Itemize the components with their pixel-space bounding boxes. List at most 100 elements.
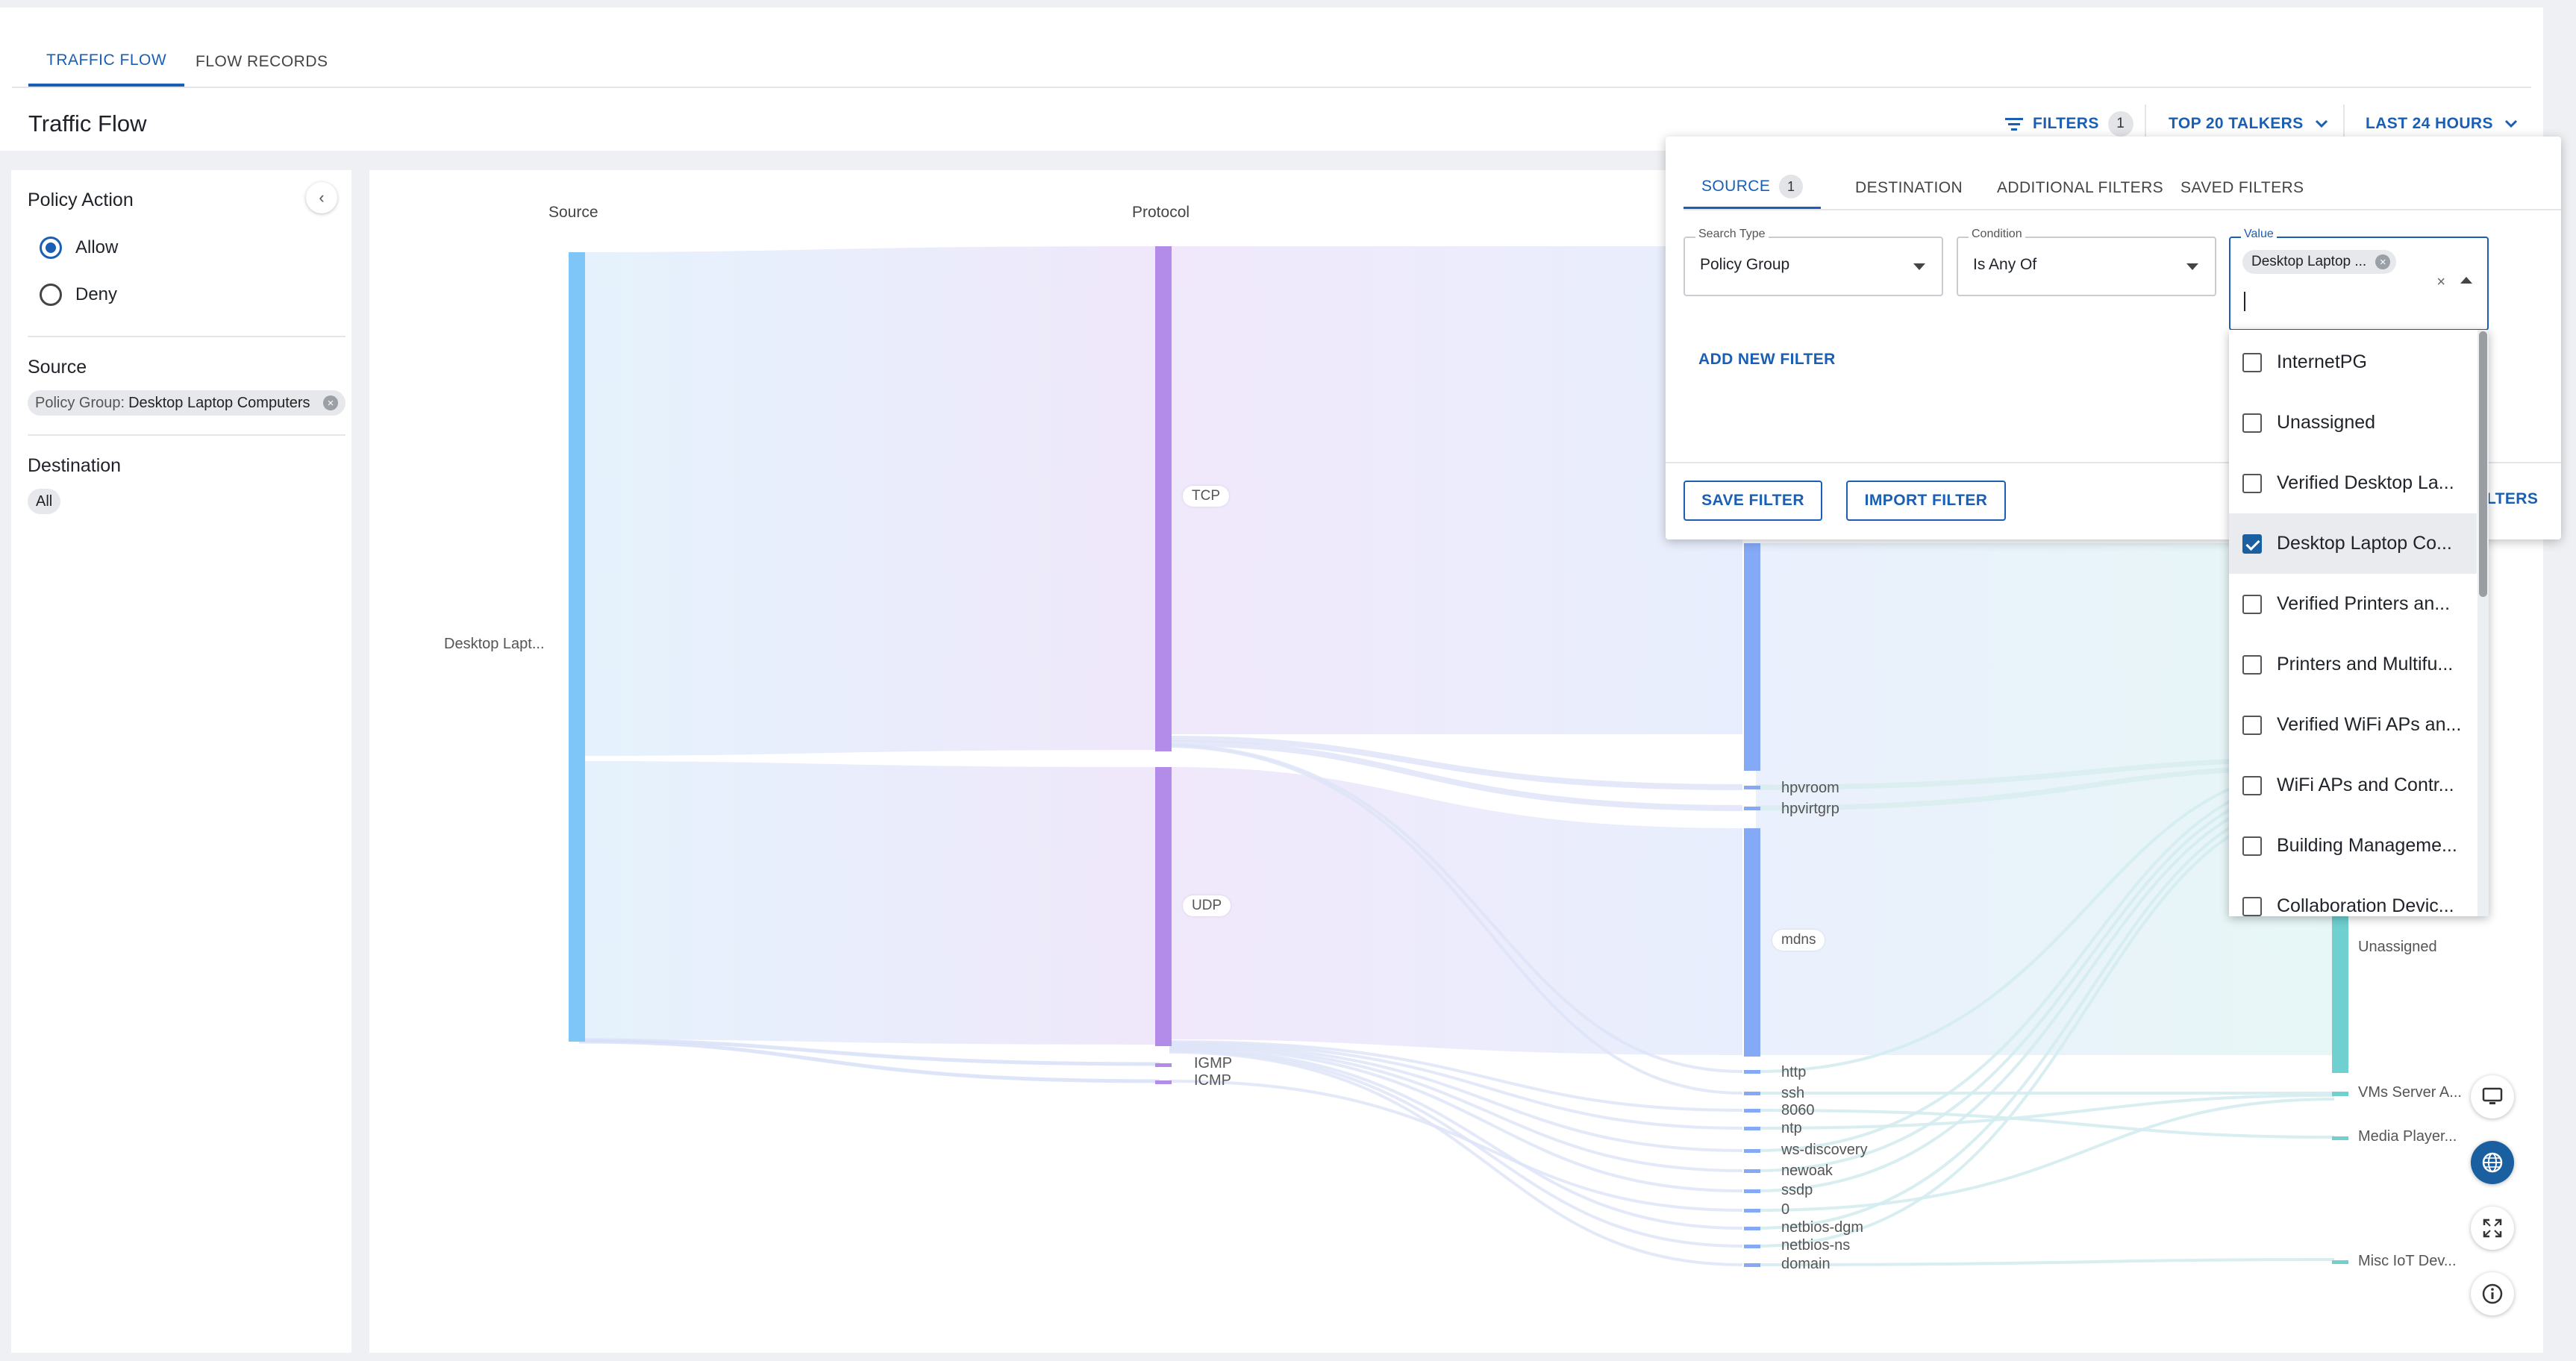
search-type-select[interactable]: Search Type Policy Group: [1684, 228, 1943, 296]
node-http: [1744, 1070, 1760, 1074]
node-ntp: [1744, 1127, 1760, 1130]
node-mdns: [1744, 828, 1760, 1057]
info-button[interactable]: [2471, 1272, 2514, 1315]
option-label: InternetPG: [2277, 351, 2367, 372]
service-label: mdns: [1772, 930, 1825, 951]
filter-tab-source-label: SOURCE: [1701, 178, 1771, 195]
protocol-label-igmp: IGMP: [1194, 1055, 1233, 1071]
chevron-down-icon: [2315, 119, 2328, 128]
add-new-filter-link[interactable]: ADD NEW FILTER: [1698, 351, 1836, 369]
remove-chip-icon[interactable]: ×: [2375, 254, 2391, 269]
checkbox[interactable]: [2242, 594, 2262, 614]
option-verified-wifi[interactable]: Verified WiFi APs an...: [2229, 695, 2477, 755]
service-label: ws-discovery: [1781, 1142, 1868, 1158]
node-dest-misc-iot: [2332, 1260, 2348, 1264]
source-count-badge: 1: [1779, 175, 1804, 198]
source-filter-chip[interactable]: Policy Group: Desktop Laptop Computers ×: [28, 390, 346, 416]
value-chip-text: Desktop Laptop ...: [2251, 254, 2367, 269]
node-hpvirtgrp: [1744, 807, 1760, 810]
node-hpvroom: [1744, 786, 1760, 789]
top-talkers-label: TOP 20 TALKERS: [2169, 115, 2304, 132]
search-type-value: Policy Group: [1700, 256, 1790, 273]
node-newoak: [1744, 1169, 1760, 1173]
node-netbios-ns: [1744, 1245, 1760, 1248]
checkbox[interactable]: [2242, 654, 2262, 675]
option-unassigned[interactable]: Unassigned: [2229, 392, 2477, 453]
globe-icon: [2482, 1152, 2503, 1173]
condition-select[interactable]: Condition Is Any Of: [1957, 228, 2216, 296]
service-label: http: [1781, 1064, 1807, 1080]
checkbox[interactable]: [2242, 352, 2262, 372]
option-printers[interactable]: Printers and Multifu...: [2229, 634, 2477, 695]
option-wifi-aps[interactable]: WiFi APs and Contr...: [2229, 755, 2477, 816]
node-source: [569, 252, 585, 1042]
deny-radio[interactable]: [40, 284, 62, 306]
filters-count-badge: 1: [2107, 111, 2133, 137]
checkbox-checked[interactable]: [2242, 534, 2262, 554]
option-internetpg[interactable]: InternetPG: [2229, 332, 2477, 392]
checkbox[interactable]: [2242, 896, 2262, 916]
checkbox[interactable]: [2242, 413, 2262, 433]
time-range-dropdown[interactable]: LAST 24 HOURS: [2366, 109, 2519, 139]
filter-tab-additional[interactable]: ADDITIONAL FILTERS: [1979, 166, 2181, 210]
service-label: hpvirtgrp: [1781, 801, 1839, 817]
value-label: Value: [2241, 228, 2277, 241]
checkbox[interactable]: [2242, 836, 2262, 856]
deny-label[interactable]: Deny: [75, 284, 117, 305]
source-chip-value: Desktop Laptop Computers: [128, 394, 310, 411]
checkbox[interactable]: [2242, 775, 2262, 795]
page-title: Traffic Flow: [28, 110, 147, 137]
allow-radio[interactable]: [40, 237, 62, 259]
source-node-label: Desktop Lapt...: [444, 636, 545, 652]
node-dest-vms: [2332, 1092, 2348, 1096]
option-building-management[interactable]: Building Manageme...: [2229, 816, 2477, 876]
import-filter-button[interactable]: IMPORT FILTER: [1846, 481, 2006, 521]
remove-chip-icon[interactable]: ×: [323, 395, 338, 410]
option-verified-desktop[interactable]: Verified Desktop La...: [2229, 453, 2477, 513]
filter-tab-source[interactable]: SOURCE 1: [1684, 166, 1822, 210]
time-range-label: LAST 24 HOURS: [2366, 115, 2493, 132]
option-label: Building Manageme...: [2277, 835, 2457, 856]
node-dest-unassigned: [2332, 916, 2348, 1073]
clear-filters-button[interactable]: LTERS: [2486, 490, 2538, 508]
node-ws-discovery: [1744, 1149, 1760, 1153]
dropdown-arrow-up-icon[interactable]: [2460, 277, 2472, 284]
filter-tab-saved[interactable]: SAVED FILTERS: [2163, 166, 2322, 210]
destination-filter-chip[interactable]: All: [28, 489, 61, 514]
filter-tab-destination[interactable]: DESTINATION: [1837, 166, 1981, 210]
value-options-dropdown: InternetPG Unassigned Verified Desktop L…: [2229, 330, 2489, 916]
dropdown-scroll-thumb[interactable]: [2479, 331, 2487, 597]
service-label: hpvroom: [1781, 780, 1839, 796]
top-talkers-dropdown[interactable]: TOP 20 TALKERS: [2169, 109, 2329, 139]
value-autocomplete[interactable]: Value Desktop Laptop ... × ×: [2229, 228, 2489, 331]
option-label: Printers and Multifu...: [2277, 654, 2454, 675]
service-label: ntp: [1781, 1120, 1802, 1136]
option-verified-printers[interactable]: Verified Printers an...: [2229, 574, 2477, 634]
checkbox[interactable]: [2242, 473, 2262, 493]
policy-action-title: Policy Action: [28, 190, 134, 210]
node-domain: [1744, 1263, 1760, 1267]
collapse-sidebar-button[interactable]: ‹: [306, 182, 337, 213]
dropdown-arrow-icon: [1913, 263, 1925, 270]
destination-label: Misc IoT Dev...: [2358, 1253, 2457, 1269]
protocol-label-icmp: ICMP: [1194, 1072, 1231, 1089]
link-tcp-main: [1169, 246, 1742, 734]
save-filter-button[interactable]: SAVE FILTER: [1684, 481, 1822, 521]
column-header-protocol: Protocol: [1132, 204, 1190, 221]
value-chip[interactable]: Desktop Laptop ... ×: [2242, 250, 2397, 274]
option-collaboration[interactable]: Collaboration Devic...: [2229, 876, 2477, 916]
filter-icon: [2005, 118, 2023, 131]
option-desktop-laptop[interactable]: Desktop Laptop Co...: [2229, 513, 2477, 574]
checkbox[interactable]: [2242, 715, 2262, 735]
chevron-down-icon: [2504, 119, 2517, 128]
fullscreen-button[interactable]: [2471, 1207, 2514, 1250]
node-8060: [1744, 1109, 1760, 1113]
allow-label[interactable]: Allow: [75, 237, 118, 258]
display-button[interactable]: [2471, 1075, 2514, 1118]
network-view-button[interactable]: [2471, 1141, 2514, 1184]
column-header-source: Source: [548, 204, 598, 221]
filters-button[interactable]: FILTERS 1: [2004, 109, 2133, 139]
tab-flow-records[interactable]: FLOW RECORDS: [178, 37, 346, 87]
clear-icon[interactable]: ×: [2436, 274, 2445, 291]
tab-traffic-flow[interactable]: TRAFFIC FLOW: [28, 37, 185, 87]
